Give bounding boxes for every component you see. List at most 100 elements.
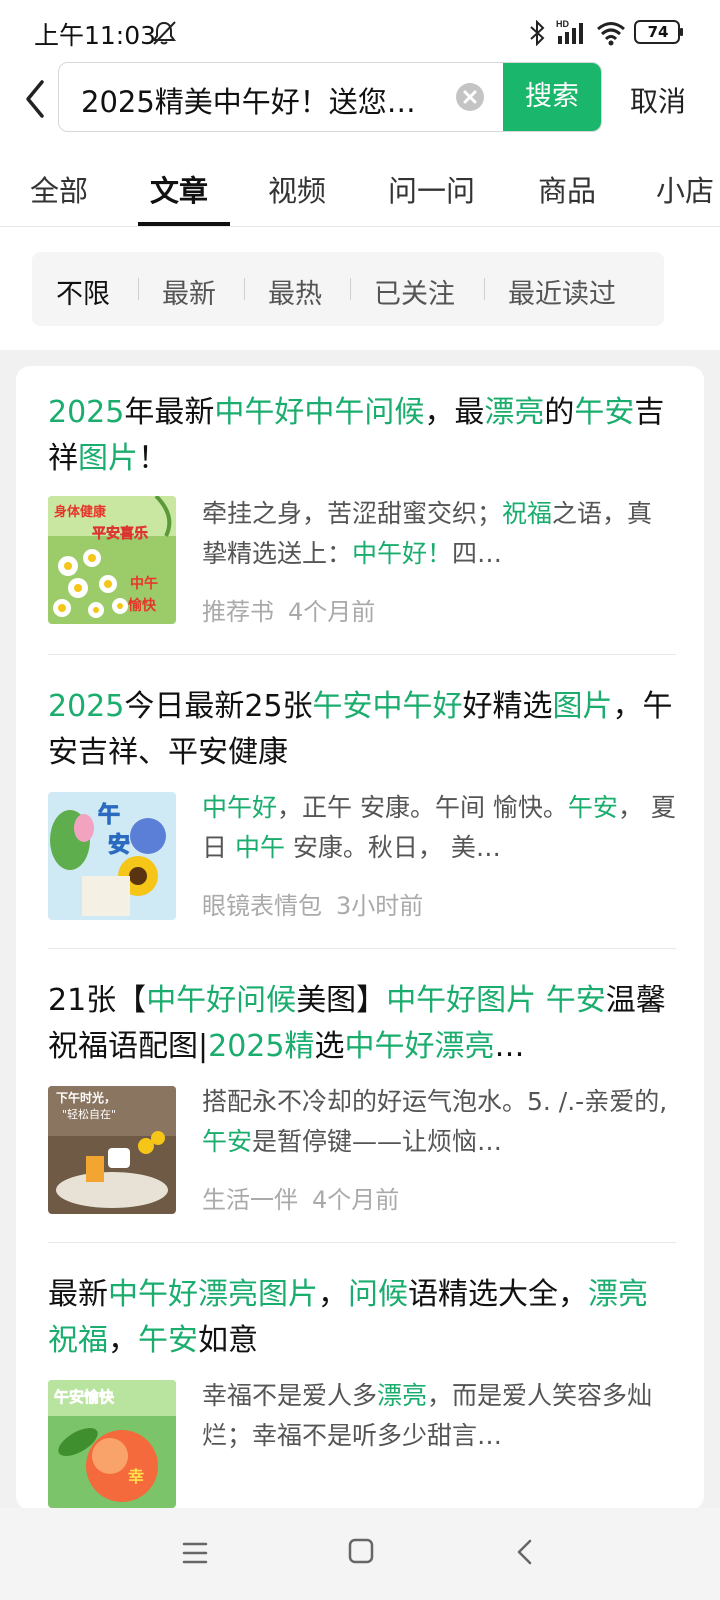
tab-products[interactable]: 商品 <box>538 168 596 210</box>
search-box[interactable]: 2025精美中午好！送您… 搜索 <box>58 62 602 132</box>
thumb-caption: 午 <box>98 802 120 828</box>
battery-level: 74 <box>647 23 669 41</box>
article-time: 4个月前 <box>312 1186 400 1214</box>
article-title[interactable]: 2025今日最新25张午安中午好好精选图片，午安吉祥、平安健康 <box>48 684 676 776</box>
text-segment: ！ <box>138 441 168 476</box>
clear-icon[interactable] <box>455 82 485 112</box>
keyword-highlight: 中午好漂亮图片 <box>108 1277 318 1312</box>
status-time: 上午11:03 <box>34 21 157 50</box>
results-list: 2025年最新中午好中午问候，最漂亮的午安吉祥图片！ 身体健康 平安喜乐 中午 … <box>16 366 704 1510</box>
article-source[interactable]: 眼镜表情包 <box>202 892 322 920</box>
thumb-caption: 平安喜乐 <box>92 525 148 542</box>
text-segment: 是暂停键——让烦恼… <box>252 1127 503 1156</box>
afternoon-tea-image: 下午时光， "轻松自在" <box>48 1086 176 1214</box>
keyword-highlight: 图片 <box>552 689 613 724</box>
filter-latest[interactable]: 最新 <box>162 272 216 311</box>
navigation-bar <box>0 1508 720 1600</box>
keyword-highlight: 中午好中午问候 <box>214 395 425 430</box>
text-segment: 搭配永不冷却的好运气泡水。5. /.-亲爱的, <box>202 1087 668 1116</box>
article-title[interactable]: 2025年最新中午好中午问候，最漂亮的午安吉祥图片！ <box>48 390 676 482</box>
article-title[interactable]: 最新中午好漂亮图片，问候语精选大全，漂亮祝福，午安如意 <box>48 1272 676 1364</box>
article-meta: 推荐书 4个月前 <box>202 592 375 627</box>
text-segment: 牵挂之身，苦涩甜蜜交织； <box>202 499 503 528</box>
filter-followed[interactable]: 已关注 <box>374 272 455 311</box>
article-thumbnail[interactable]: 午安愉快 幸 <box>48 1380 176 1508</box>
article-source[interactable]: 推荐书 <box>202 598 274 626</box>
tab-videos[interactable]: 视频 <box>268 168 326 210</box>
article-title[interactable]: 21张【中午好问候美图】中午好图片 午安温馨祝福语配图|2025精选中午好漂亮… <box>48 978 676 1070</box>
keyword-highlight: 中午好问候 <box>146 983 297 1018</box>
home-icon[interactable] <box>348 1538 374 1564</box>
tab-shops[interactable]: 小店 <box>656 168 714 210</box>
filter-divider <box>484 278 485 300</box>
keyword-highlight: 中午好图片 午安 <box>386 983 606 1018</box>
keyword-highlight: 中午 <box>234 833 285 862</box>
filter-divider <box>244 278 245 300</box>
text-segment: ， <box>108 1323 138 1358</box>
article-thumbnail[interactable]: 午 安 <box>48 792 176 920</box>
text-segment: 如意 <box>198 1323 258 1358</box>
wifi-icon <box>597 22 625 46</box>
divider <box>48 948 676 949</box>
keyword-highlight: 2025 <box>48 395 125 430</box>
keyword-highlight: 漂亮 <box>484 395 545 430</box>
filter-unlimited[interactable]: 不限 <box>56 272 110 311</box>
keyword-highlight: 午安 <box>567 793 618 822</box>
cancel-button[interactable]: 取消 <box>630 80 686 120</box>
article-item[interactable]: 2025今日最新25张午安中午好好精选图片，午安吉祥、平安健康 午 安 中午好，… <box>48 684 676 954</box>
article-thumbnail[interactable]: 身体健康 平安喜乐 中午 愉快 <box>48 496 176 624</box>
article-snippet: 牵挂之身，苦涩甜蜜交织；祝福之语，真挚精选送上：中午好！四… <box>202 494 676 574</box>
menu-icon[interactable] <box>182 1540 208 1566</box>
keyword-highlight: 午安 <box>202 1127 253 1156</box>
keyword-highlight: 中午好！ <box>352 539 453 568</box>
thumb-caption: 中午 <box>130 575 158 592</box>
signal-icon: HD <box>556 19 583 44</box>
keyword-highlight: 午安 <box>574 395 635 430</box>
search-button[interactable]: 搜索 <box>503 63 601 131</box>
keyword-highlight: 中午好 <box>202 793 278 822</box>
search-input[interactable]: 2025精美中午好！送您… <box>81 79 416 121</box>
filter-hottest[interactable]: 最热 <box>268 272 322 311</box>
back-arrow-icon[interactable] <box>18 76 52 122</box>
text-segment: 幸福不是爱人多 <box>202 1381 378 1410</box>
article-item[interactable]: 21张【中午好问候美图】中午好图片 午安温馨祝福语配图|2025精选中午好漂亮…… <box>48 978 676 1248</box>
back-icon[interactable] <box>514 1538 536 1566</box>
keyword-highlight: 漂亮 <box>377 1381 428 1410</box>
article-thumbnail[interactable]: 下午时光， "轻松自在" <box>48 1086 176 1214</box>
network-label: HD <box>556 19 569 29</box>
tab-ask[interactable]: 问一问 <box>388 168 475 210</box>
category-tabs: 全部 文章 视频 问一问 商品 小店 <box>0 160 720 227</box>
article-snippet: 搭配永不冷却的好运气泡水。5. /.-亲爱的, 午安是暂停键——让烦恼… <box>202 1082 676 1162</box>
daisy-bouquet-image: 身体健康 平安喜乐 中午 愉快 <box>48 496 176 624</box>
tab-articles[interactable]: 文章 <box>150 168 208 210</box>
article-source[interactable]: 生活一伴 <box>202 1186 298 1214</box>
keyword-highlight: 祝福 <box>502 499 553 528</box>
text-segment: 最新 <box>48 1277 108 1312</box>
divider <box>48 654 676 655</box>
keyword-highlight: 午安 <box>138 1323 198 1358</box>
thumb-caption: 愉快 <box>128 597 157 614</box>
keyword-highlight: 问候 <box>348 1277 408 1312</box>
tab-all[interactable]: 全部 <box>30 168 88 210</box>
text-segment: 21张【 <box>48 983 147 1018</box>
thumb-caption: 下午时光， <box>56 1090 116 1105</box>
keyword-highlight: 午安中午好 <box>312 689 463 724</box>
thumb-caption: 安 <box>108 832 130 858</box>
text-segment: 今日最新25张 <box>124 689 313 724</box>
status-bar: 上午11:03 HD 74 <box>0 0 720 62</box>
text-segment: 的 <box>544 395 575 430</box>
sunflower-bouquet-image: 午 安 <box>48 792 176 920</box>
text-segment: 四… <box>452 539 503 568</box>
filter-bar: 不限 最新 最热 已关注 最近读过 <box>32 252 664 326</box>
article-time: 4个月前 <box>288 598 376 626</box>
text-segment: 语精选大全， <box>408 1277 588 1312</box>
article-item[interactable]: 最新中午好漂亮图片，问候语精选大全，漂亮祝福，午安如意 午安愉快 幸 幸福不是爱… <box>48 1272 676 1510</box>
filter-recently-read[interactable]: 最近读过 <box>508 272 616 311</box>
article-item[interactable]: 2025年最新中午好中午问候，最漂亮的午安吉祥图片！ 身体健康 平安喜乐 中午 … <box>48 390 676 660</box>
mute-bell-icon <box>152 21 176 45</box>
thumb-caption: 午安愉快 <box>54 1388 115 1406</box>
article-meta: 生活一伴 4个月前 <box>202 1180 399 1215</box>
keyword-highlight: 2025精 <box>208 1029 315 1064</box>
article-meta: 眼镜表情包 3小时前 <box>202 886 423 921</box>
text-segment: ，正午 安康。午间 愉快。 <box>277 793 568 822</box>
